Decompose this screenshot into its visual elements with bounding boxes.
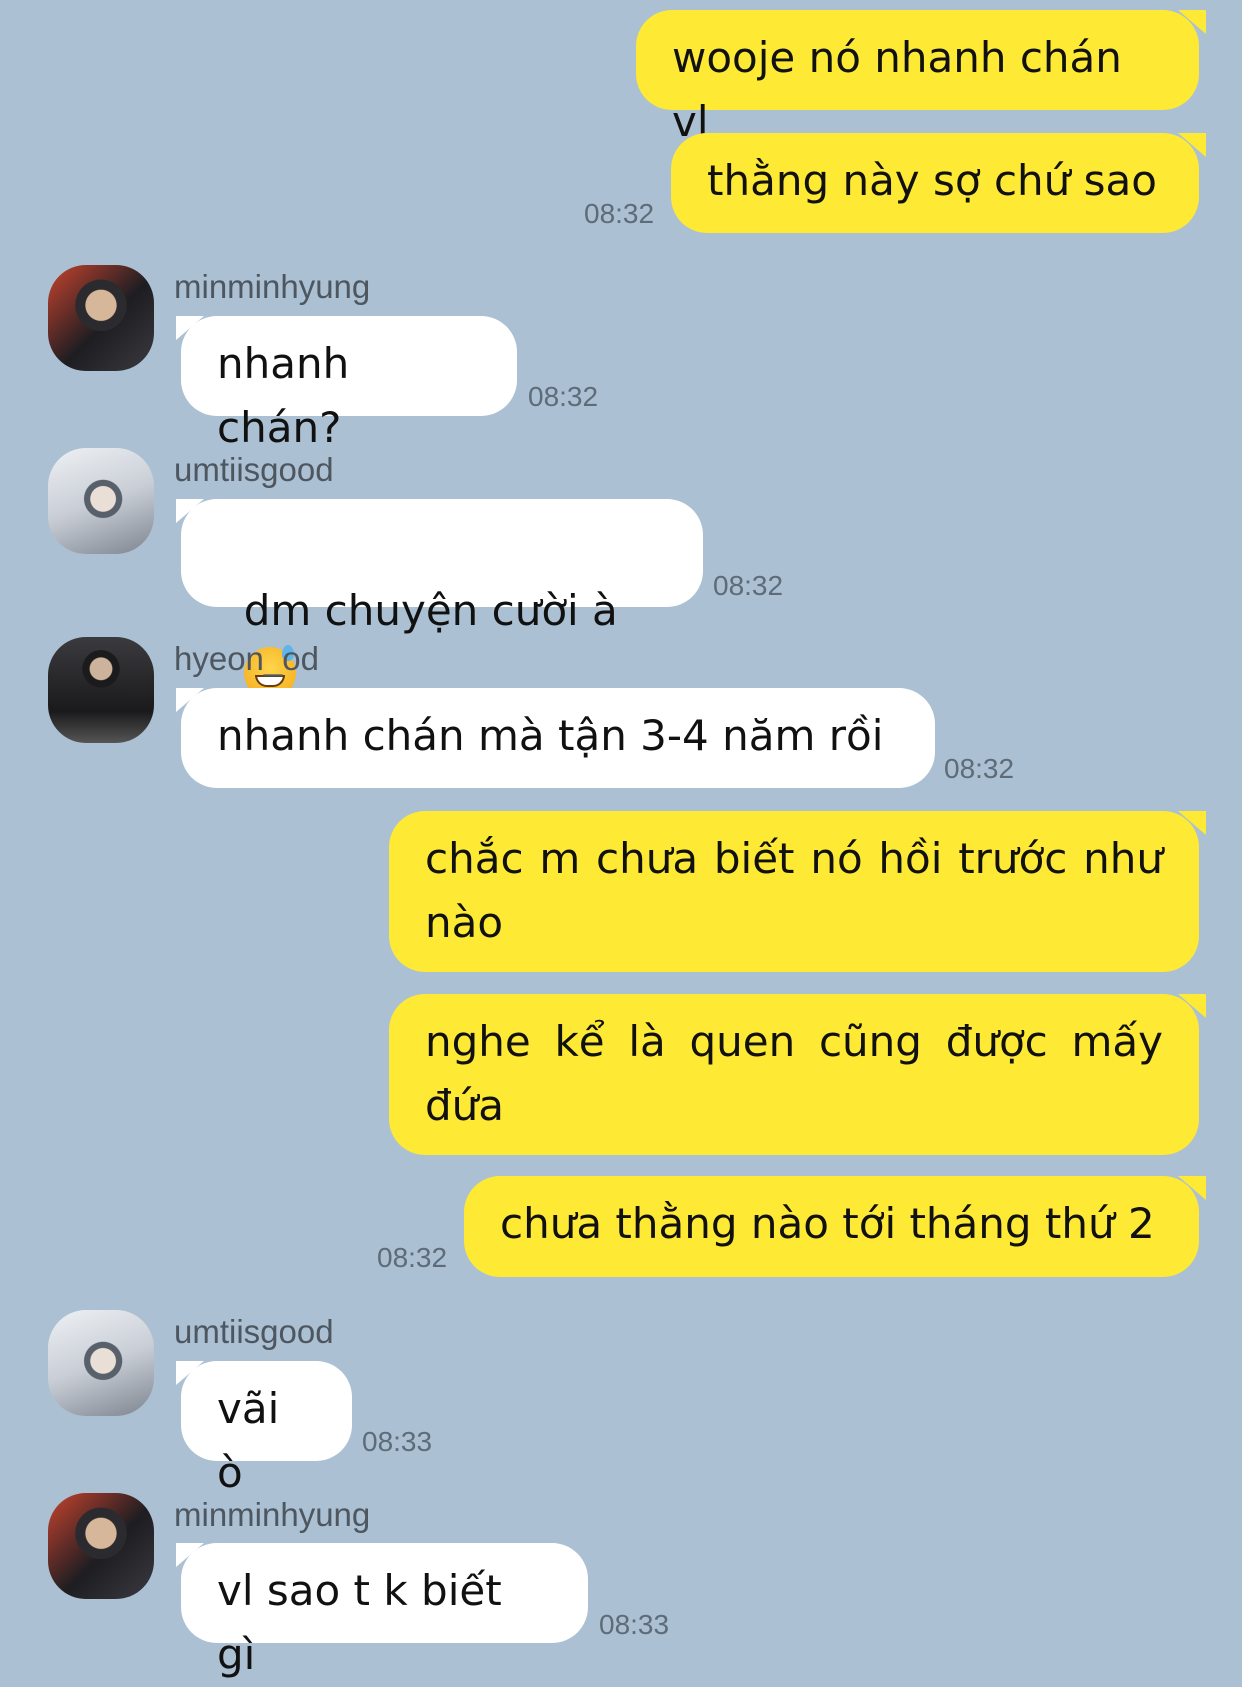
message-timestamp: 08:32 <box>377 1242 448 1273</box>
minminhyung-avatar[interactable] <box>48 1493 154 1599</box>
my-message-bubble[interactable]: chưa thằng nào tới tháng thứ 2 <box>464 1176 1199 1277</box>
their-message-bubble[interactable]: nhanh chán mà tận 3-4 năm rồi <box>181 688 935 788</box>
message-timestamp: 08:32 <box>584 198 655 229</box>
their-message-bubble[interactable]: dm chuyện cười à <box>181 499 703 699</box>
message-timestamp: 08:32 <box>944 753 1015 784</box>
sender-name: umtiisgood <box>174 1313 334 1350</box>
message-timestamp: 08:33 <box>362 1426 433 1457</box>
their-message-bubble[interactable]: vl sao t k biết gì <box>181 1543 588 1679</box>
sender-name: umtiisgood <box>174 451 334 488</box>
their-message-bubble[interactable]: vãi ò <box>181 1361 352 1497</box>
umtiisgood-avatar[interactable] <box>48 1310 154 1416</box>
message-timestamp: 08:33 <box>599 1609 670 1640</box>
their-message-bubble[interactable]: nhanh chán? <box>181 316 517 452</box>
message-timestamp: 08:32 <box>528 381 599 412</box>
my-message-bubble[interactable]: wooje nó nhanh chán vl <box>636 10 1199 146</box>
message-text: dm chuyện cười à <box>243 586 618 635</box>
umtiisgood-avatar[interactable] <box>48 448 154 554</box>
my-message-bubble[interactable]: thằng này sợ chứ sao <box>671 133 1199 233</box>
my-message-bubble[interactable]: nghe kể là quen cũng được mấy đứa <box>389 994 1199 1155</box>
my-message-bubble[interactable]: chắc m chưa biết nó hồi trước như nào <box>389 811 1199 972</box>
sender-name: minminhyung <box>174 1496 371 1533</box>
minminhyung-avatar[interactable] <box>48 265 154 371</box>
message-timestamp: 08:32 <box>713 570 784 601</box>
hyeon_od-avatar[interactable] <box>48 637 154 743</box>
sender-name: hyeon_od <box>174 640 319 677</box>
sender-name: minminhyung <box>174 268 371 305</box>
